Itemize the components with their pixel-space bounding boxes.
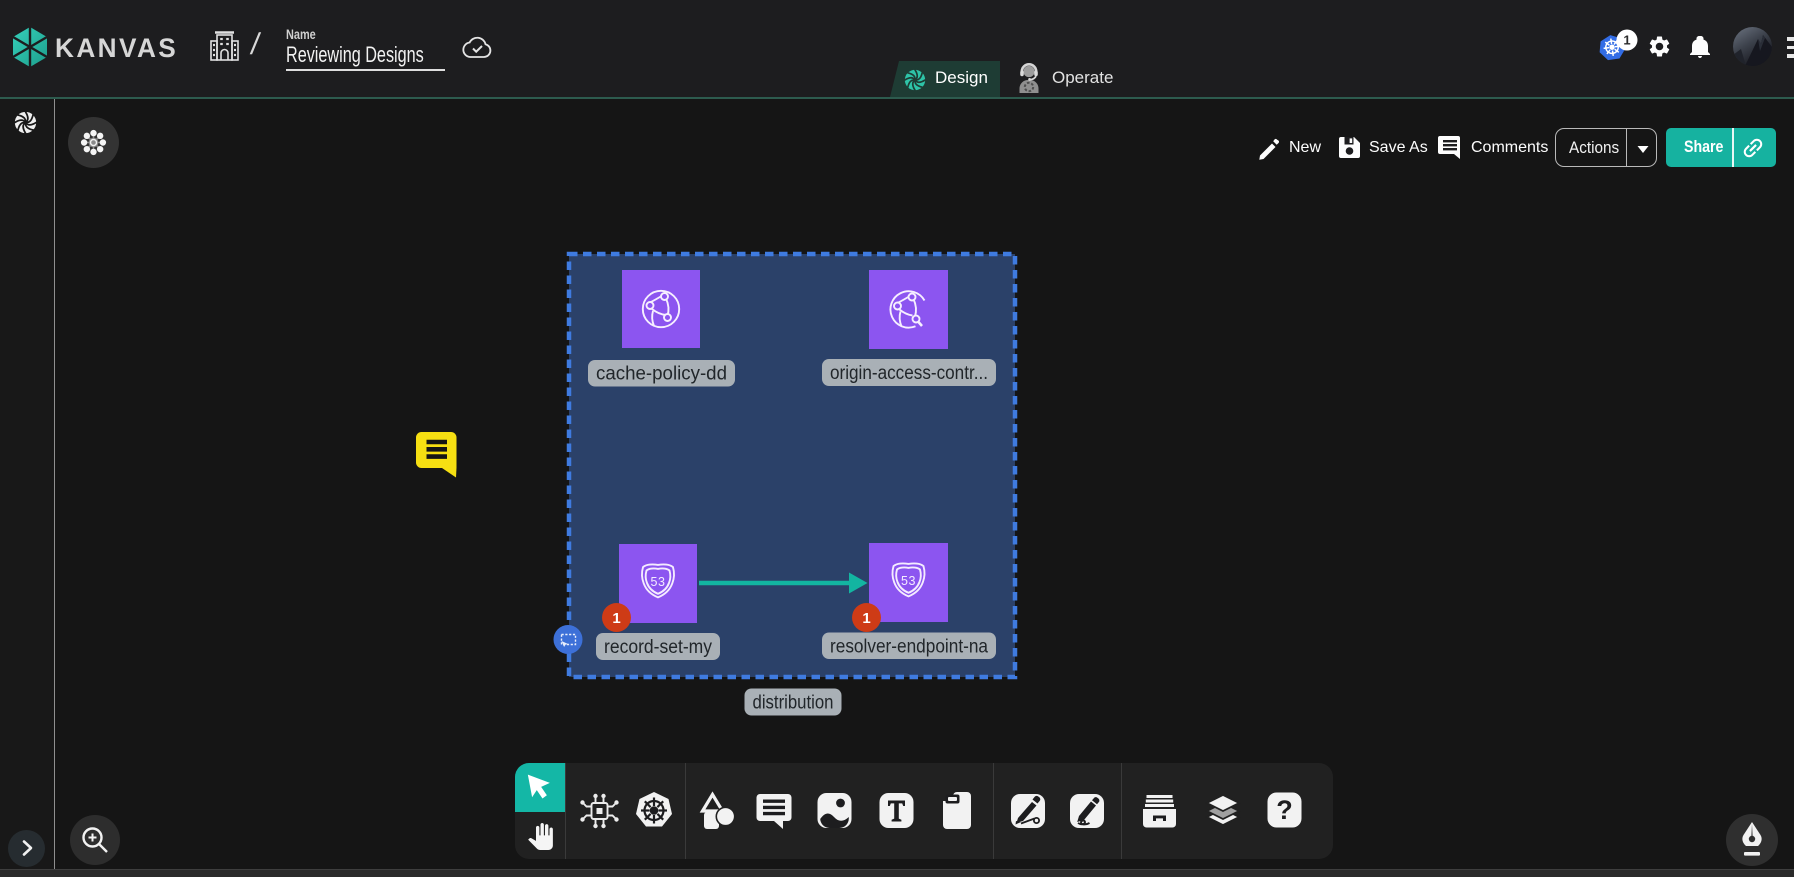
svg-text:1: 1 xyxy=(612,610,620,627)
svg-text:record-set-my: record-set-my xyxy=(604,637,712,658)
svg-text:cache-policy-dd: cache-policy-dd xyxy=(596,364,727,385)
svg-text:53: 53 xyxy=(651,575,666,589)
svg-text:1: 1 xyxy=(862,610,870,627)
svg-text:origin-access-contr...: origin-access-contr... xyxy=(830,363,988,384)
svg-text:resolver-endpoint-na: resolver-endpoint-na xyxy=(830,637,988,658)
svg-text:distribution: distribution xyxy=(753,693,834,714)
svg-text:53: 53 xyxy=(901,574,916,588)
svg-text:?: ? xyxy=(1276,795,1293,825)
